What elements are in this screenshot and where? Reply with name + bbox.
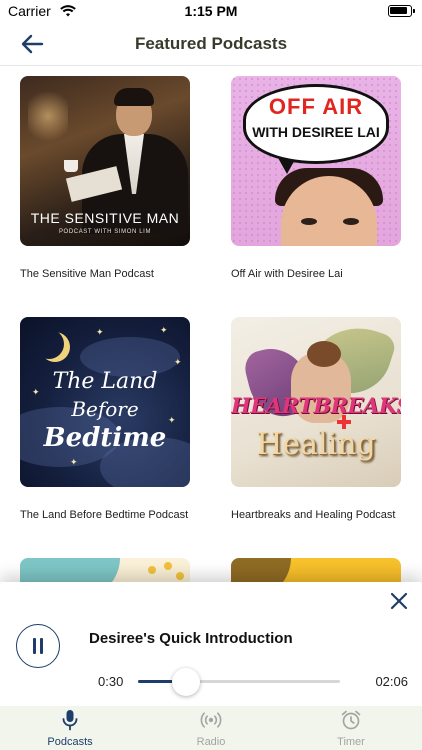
battery-icon bbox=[388, 5, 415, 17]
pause-icon bbox=[33, 638, 36, 654]
progress-slider[interactable] bbox=[138, 668, 340, 696]
now-playing-panel: Desiree's Quick Introduction 0:30 02:06 bbox=[0, 582, 422, 706]
alarm-clock-icon bbox=[341, 710, 361, 730]
tab-label: Timer bbox=[337, 736, 365, 748]
podcast-title: Off Air with Desiree Lai bbox=[231, 268, 343, 280]
podcast-cover-image: HEARTBREAKS Healing bbox=[231, 317, 401, 487]
elapsed-time: 0:30 bbox=[98, 674, 124, 689]
cover-title: OFF AIR bbox=[268, 94, 364, 119]
podcast-cover-image: OFF AIR WITH DESIREE LAI bbox=[231, 76, 401, 246]
cover-title-line: HEARTBREAKS bbox=[231, 393, 401, 418]
podcast-card-off-air[interactable]: OFF AIR WITH DESIREE LAI Off Air with De… bbox=[231, 76, 403, 281]
tab-bar: Podcasts Radio Timer bbox=[0, 706, 422, 750]
cover-subtitle: WITH DESIREE LAI bbox=[252, 124, 380, 140]
tab-label: Radio bbox=[196, 736, 226, 748]
podcast-cover-image: ✦ ✦ ✦ ✦ ✦ ✦ The Land Before Bedtime bbox=[20, 317, 190, 487]
podcast-title: The Sensitive Man Podcast bbox=[20, 268, 154, 280]
navigation-bar: Featured Podcasts bbox=[0, 22, 422, 66]
podcast-card-sensitive-man[interactable]: THE SENSITIVE MAN PODCAST WITH SIMON LIM… bbox=[20, 76, 192, 281]
podcast-card-heartbreaks-healing[interactable]: HEARTBREAKS Healing Heartbreaks and Heal… bbox=[231, 317, 403, 522]
status-time: 1:15 PM bbox=[184, 3, 238, 19]
tab-timer[interactable]: Timer bbox=[281, 706, 421, 750]
progress-slider-thumb[interactable] bbox=[172, 668, 201, 696]
cover-title-line: The Land bbox=[52, 369, 158, 394]
podcast-card-land-before-bedtime[interactable]: ✦ ✦ ✦ ✦ ✦ ✦ The Land Before Bedtime The … bbox=[20, 317, 192, 522]
tab-podcasts[interactable]: Podcasts bbox=[0, 706, 140, 750]
tab-label: Podcasts bbox=[47, 736, 93, 748]
microphone-icon bbox=[62, 710, 78, 731]
cover-title: THE SENSITIVE MAN bbox=[30, 210, 180, 226]
tab-radio[interactable]: Radio bbox=[141, 706, 281, 750]
status-bar: Carrier 1:15 PM bbox=[0, 0, 422, 22]
podcast-cover-image: THE SENSITIVE MAN PODCAST WITH SIMON LIM bbox=[20, 76, 190, 246]
moon-icon bbox=[34, 329, 64, 359]
pause-button[interactable] bbox=[16, 624, 60, 668]
radio-waves-icon bbox=[200, 712, 222, 728]
podcast-grid: THE SENSITIVE MAN PODCAST WITH SIMON LIM… bbox=[0, 67, 422, 587]
page-title: Featured Podcasts bbox=[134, 34, 288, 53]
total-duration: 02:06 bbox=[375, 674, 408, 689]
cover-subtitle: PODCAST WITH SIMON LIM bbox=[58, 229, 152, 235]
podcast-title: The Land Before Bedtime Podcast bbox=[20, 509, 189, 521]
cover-title-line: Before bbox=[71, 397, 139, 421]
podcast-title: Heartbreaks and Healing Podcast bbox=[231, 509, 396, 521]
episode-title: Desiree's Quick Introduction bbox=[89, 630, 293, 647]
close-icon bbox=[390, 592, 408, 610]
cover-title-line: Bedtime bbox=[43, 423, 167, 453]
close-player-button[interactable] bbox=[386, 588, 412, 614]
cover-title-line: Healing bbox=[256, 427, 376, 462]
